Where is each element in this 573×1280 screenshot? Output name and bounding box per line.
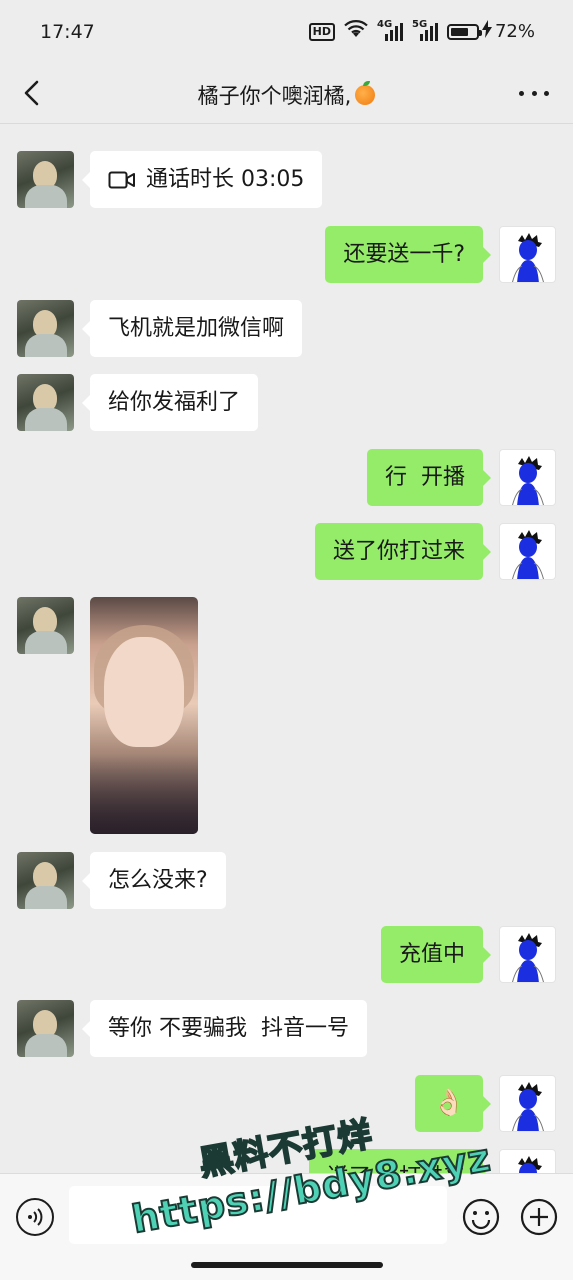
message-bubble[interactable]: 给你发福利了 <box>81 374 259 431</box>
message-bubble[interactable]: 送了你打过来 <box>314 523 492 580</box>
message-bubble[interactable]: 等你 不要骗我 抖音一号 <box>82 1000 367 1057</box>
message-row: 👌🏻 <box>414 1075 556 1132</box>
emoji-button[interactable] <box>462 1198 500 1236</box>
message-bubble[interactable]: 还要送一千? <box>325 226 491 283</box>
contact-avatar[interactable] <box>17 597 74 654</box>
message-bubble[interactable]: 充值中 <box>380 926 492 983</box>
message-row: 行 开播 <box>367 449 556 506</box>
signal-2-icon: 5G <box>412 19 438 41</box>
message-row: 还要送一千? <box>325 226 556 283</box>
wifi-icon <box>344 20 368 43</box>
plus-icon <box>520 1198 558 1236</box>
my-avatar[interactable] <box>499 1075 556 1132</box>
voice-icon <box>28 1208 43 1226</box>
home-indicator[interactable] <box>191 1262 383 1268</box>
message-row: 送了你打过来 <box>314 523 556 580</box>
my-avatar[interactable] <box>499 449 556 506</box>
contact-avatar[interactable] <box>17 300 74 357</box>
chat-title-text: 橘子你个噢润橘, <box>197 84 352 108</box>
more-options-button[interactable] <box>519 78 549 108</box>
message-row: 充值中 <box>380 926 556 983</box>
contact-avatar[interactable] <box>17 151 74 208</box>
status-time: 17:47 <box>40 21 95 43</box>
message-row: 飞机就是加微信啊 <box>17 300 303 357</box>
message-input[interactable] <box>69 1186 447 1244</box>
contact-avatar[interactable] <box>17 852 74 909</box>
my-avatar[interactable] <box>499 226 556 283</box>
more-functions-button[interactable] <box>520 1198 558 1236</box>
message-bubble[interactable]: 怎么没来? <box>82 852 226 909</box>
battery-indicator: 72% <box>446 20 535 43</box>
video-call-icon <box>108 171 135 188</box>
message-row: 给你发福利了 <box>17 374 259 431</box>
image-message[interactable] <box>90 597 198 834</box>
charging-icon <box>481 20 492 43</box>
message-row <box>17 597 198 834</box>
battery-fill <box>450 27 469 36</box>
message-bubble[interactable]: 飞机就是加微信啊 <box>81 300 303 357</box>
message-row: 等你 不要骗我 抖音一号 <box>17 1000 367 1057</box>
orange-icon <box>355 81 376 105</box>
status-icons: HD 4G 5G 72% <box>308 19 535 43</box>
voice-input-button[interactable] <box>16 1198 54 1236</box>
net2-label: 5G <box>411 18 428 30</box>
battery-icon <box>446 23 482 40</box>
hd-badge: HD <box>308 22 335 41</box>
call-record-bubble[interactable]: 通话时长 03:05 <box>81 151 323 208</box>
contact-avatar[interactable] <box>17 374 74 431</box>
smiley-icon <box>462 1198 500 1236</box>
chat-title: 橘子你个噢润橘, <box>0 80 573 110</box>
my-avatar[interactable] <box>499 926 556 983</box>
battery-percent: 72% <box>494 21 535 42</box>
ok-hand-icon: 👌🏻 <box>432 1088 465 1118</box>
status-bar: 17:47 HD 4G 5G 72% <box>0 0 573 66</box>
message-bubble[interactable]: 行 开播 <box>367 449 491 506</box>
net1-label: 4G <box>376 18 393 30</box>
contact-avatar[interactable] <box>17 1000 74 1057</box>
message-row: 通话时长 03:05 <box>17 151 323 208</box>
chat-header: 橘子你个噢润橘, <box>0 66 573 124</box>
my-avatar[interactable] <box>499 523 556 580</box>
call-duration-text: 通话时长 03:05 <box>146 167 305 192</box>
message-row: 怎么没来? <box>17 852 226 909</box>
signal-1-icon: 4G <box>377 19 403 41</box>
emoji-message[interactable]: 👌🏻 <box>414 1075 492 1132</box>
